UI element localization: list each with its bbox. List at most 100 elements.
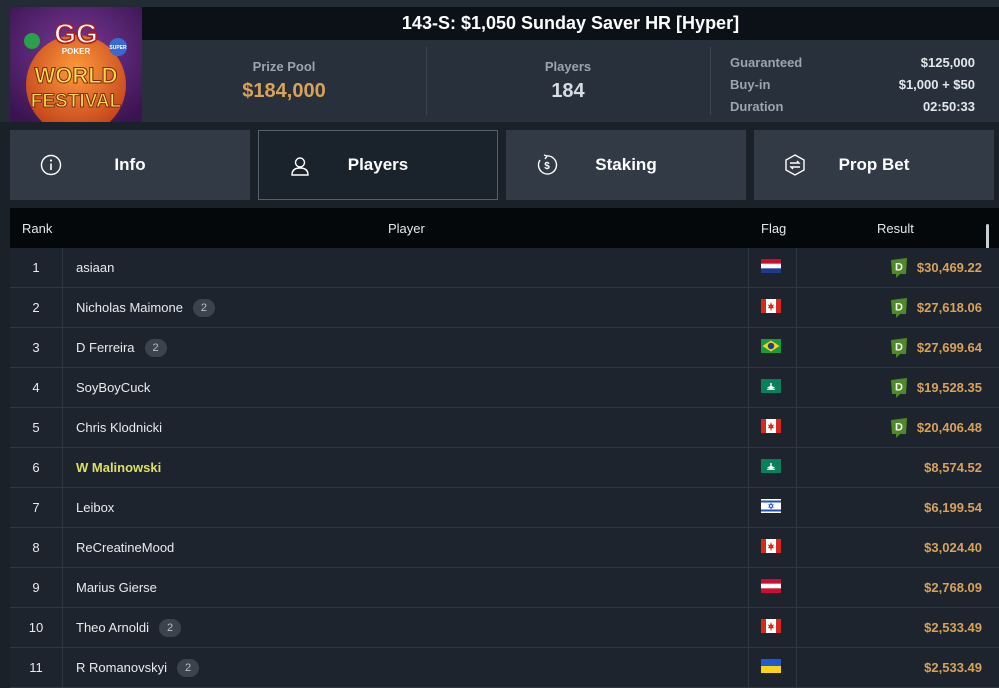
player-cell[interactable]: W Malinowski	[76, 448, 161, 487]
player-cell[interactable]: Leibox	[76, 488, 114, 527]
flag-cell	[748, 288, 797, 327]
info-icon	[40, 154, 62, 176]
rank-cell: 8	[10, 528, 63, 567]
logo-gg-text: GG	[54, 18, 98, 49]
result-cell: $8,574.52	[924, 448, 982, 487]
tab-prop-bet[interactable]: Prop Bet	[754, 130, 994, 200]
tab-label: Prop Bet	[838, 155, 910, 174]
tab-info[interactable]: Info	[10, 130, 250, 200]
table-row[interactable]: 8 ReCreatineMood $3,024.40	[10, 528, 999, 568]
player-name[interactable]: Theo Arnoldi	[76, 620, 149, 635]
detail-key: Duration	[730, 99, 784, 114]
player-cell[interactable]: R Romanovskyi 2	[76, 648, 200, 687]
entry-count-badge: 2	[159, 618, 181, 637]
detail-key: Guaranteed	[730, 55, 803, 70]
table-row[interactable]: 5 Chris Klodnicki D $20,406.48	[10, 408, 999, 448]
result-cell: D $20,406.48	[889, 408, 982, 447]
player-cell[interactable]: SoyBoyCuck	[76, 368, 150, 407]
player-name[interactable]: SoyBoyCuck	[76, 380, 150, 395]
player-name[interactable]: Chris Klodnicki	[76, 420, 162, 435]
israel-flag	[761, 499, 781, 513]
player-name[interactable]: asiaan	[76, 260, 114, 275]
tab-players[interactable]: Players	[258, 130, 498, 200]
logo-poker-text: POKER	[62, 47, 91, 56]
result-cell: D $27,699.64	[889, 328, 982, 367]
column-header-result[interactable]: Result	[877, 221, 914, 236]
table-row[interactable]: 9 Marius Gierse $2,768.09	[10, 568, 999, 608]
table-body: 1 asiaan D $30,469.22 2 Nicholas Maimone 2 D $27…	[10, 248, 999, 688]
table-row[interactable]: 3 D Ferreira 2 D $27,699.64	[10, 328, 999, 368]
player-name[interactable]: Nicholas Maimone	[76, 300, 183, 315]
player-name[interactable]: R Romanovskyi	[76, 660, 167, 675]
ukraine-flag	[761, 659, 781, 673]
rank-cell: 10	[10, 608, 63, 647]
player-name[interactable]: D Ferreira	[76, 340, 135, 355]
entry-count-badge: 2	[144, 338, 167, 357]
flag-cell	[748, 368, 797, 407]
canada-flag	[761, 619, 781, 633]
player-cell[interactable]: D Ferreira 2	[76, 328, 167, 367]
table-row[interactable]: 7 Leibox $6,199.54	[10, 488, 999, 528]
prize-pool-value: $184,000	[242, 80, 326, 102]
prize-pool-stat: Prize Pool $184,000	[142, 40, 426, 122]
scrollbar-thumb[interactable]	[986, 224, 989, 250]
staking-d-icon[interactable]: D	[889, 417, 909, 439]
table-row[interactable]: 1 asiaan D $30,469.22	[10, 248, 999, 288]
player-name[interactable]: W Malinowski	[76, 460, 161, 475]
column-header-player[interactable]: Player	[388, 221, 425, 236]
table-row[interactable]: 11 R Romanovskyi 2 $2,533.49	[10, 648, 999, 688]
dollar-coin-icon: $	[537, 154, 558, 175]
player-cell[interactable]: asiaan	[76, 248, 114, 287]
column-header-flag[interactable]: Flag	[761, 221, 786, 236]
svg-text:D: D	[895, 421, 903, 433]
flag-cell	[748, 248, 797, 287]
rank-cell: 4	[10, 368, 63, 407]
result-cell: $3,024.40	[924, 528, 982, 567]
table-row[interactable]: 4 SoyBoyCuck D $19,528.35	[10, 368, 999, 408]
flag-cell	[748, 568, 797, 607]
detail-guaranteed: Guaranteed $125,000	[730, 52, 975, 74]
table-row[interactable]: 2 Nicholas Maimone 2 D $27,618.06	[10, 288, 999, 328]
canada-flag	[761, 539, 781, 553]
player-name[interactable]: Leibox	[76, 500, 114, 515]
table-row[interactable]: 10 Theo Arnoldi 2 $2,533.49	[10, 608, 999, 648]
player-name[interactable]: ReCreatineMood	[76, 540, 174, 555]
svg-text:D: D	[895, 301, 903, 313]
player-cell[interactable]: Theo Arnoldi 2	[76, 608, 181, 647]
flag-cell	[748, 648, 797, 687]
players-stat: Players 184	[426, 40, 710, 122]
tab-bar: Info Players $ Staking Prop Bet	[10, 130, 999, 200]
result-amount: $3,024.40	[924, 540, 982, 555]
result-amount: $19,528.35	[916, 380, 982, 395]
player-cell[interactable]: Marius Gierse	[76, 568, 157, 607]
tab-staking[interactable]: $ Staking	[506, 130, 746, 200]
staking-d-icon[interactable]: D	[889, 297, 909, 319]
tournament-stats: Prize Pool $184,000 Players 184 Guarante…	[142, 40, 999, 122]
stats-divider	[710, 47, 711, 115]
rank-cell: 9	[10, 568, 63, 607]
result-amount: $27,618.06	[916, 300, 982, 315]
result-cell: D $27,618.06	[889, 288, 982, 327]
canada-flag	[761, 299, 781, 313]
ggpoker-world-festival-logo: GG POKER WORLD FESTIVAL SUPER	[10, 7, 142, 122]
staking-d-icon[interactable]: D	[889, 257, 909, 279]
rank-cell: 5	[10, 408, 63, 447]
table-row[interactable]: 6 W Malinowski $8,574.52	[10, 448, 999, 488]
rank-cell: 6	[10, 448, 63, 487]
column-header-rank[interactable]: Rank	[22, 221, 52, 236]
player-cell[interactable]: Chris Klodnicki	[76, 408, 162, 447]
result-amount: $2,768.09	[924, 580, 982, 595]
player-cell[interactable]: ReCreatineMood	[76, 528, 174, 567]
result-amount: $27,699.64	[916, 340, 982, 355]
rank-cell: 1	[10, 248, 63, 287]
players-label: Players	[544, 59, 592, 74]
result-amount: $20,406.48	[916, 420, 982, 435]
player-cell[interactable]: Nicholas Maimone 2	[76, 288, 215, 327]
player-name[interactable]: Marius Gierse	[76, 580, 157, 595]
staking-d-icon[interactable]: D	[889, 337, 909, 359]
logo-festival-text: FESTIVAL	[31, 91, 122, 112]
staking-d-icon[interactable]: D	[889, 377, 909, 399]
detail-value: 02:50:33	[922, 99, 975, 114]
flag-cell	[748, 488, 797, 527]
tab-label: Info	[114, 155, 146, 174]
